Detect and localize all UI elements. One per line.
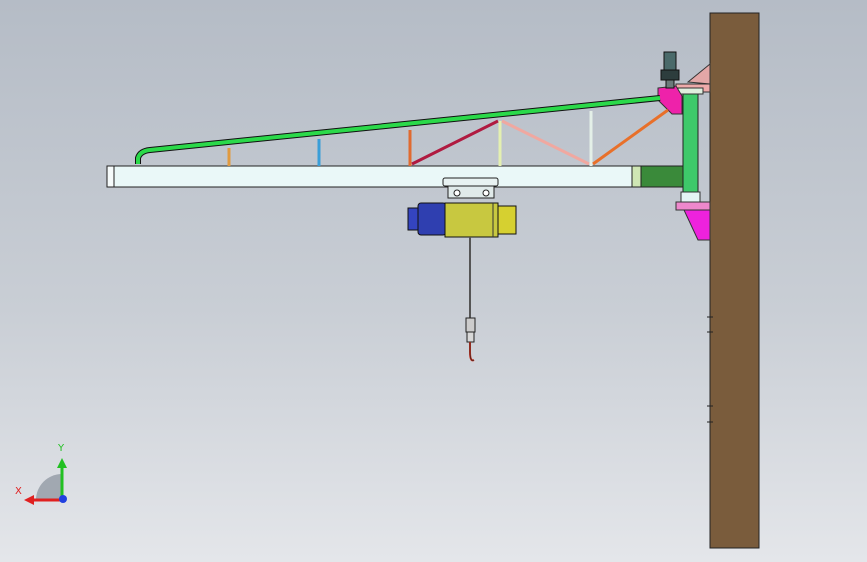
wall-column[interactable] [707,12,760,549]
lower-wall-bracket[interactable] [675,201,711,241]
top-chord[interactable] [135,95,661,164]
graphics-viewport[interactable]: X Y [0,0,867,562]
head-bracket[interactable] [657,85,683,115]
electric-hoist[interactable] [407,202,517,238]
axis-x-label: X [15,486,22,497]
axis-y-label: Y [58,443,65,454]
crane-model-scene[interactable] [0,0,867,562]
trolley[interactable] [442,177,499,199]
main-jib-beam[interactable] [106,165,684,188]
view-orientation-triad[interactable] [24,458,67,505]
drive-motor-icon[interactable] [660,51,680,89]
hook-block-icon[interactable] [465,317,476,362]
